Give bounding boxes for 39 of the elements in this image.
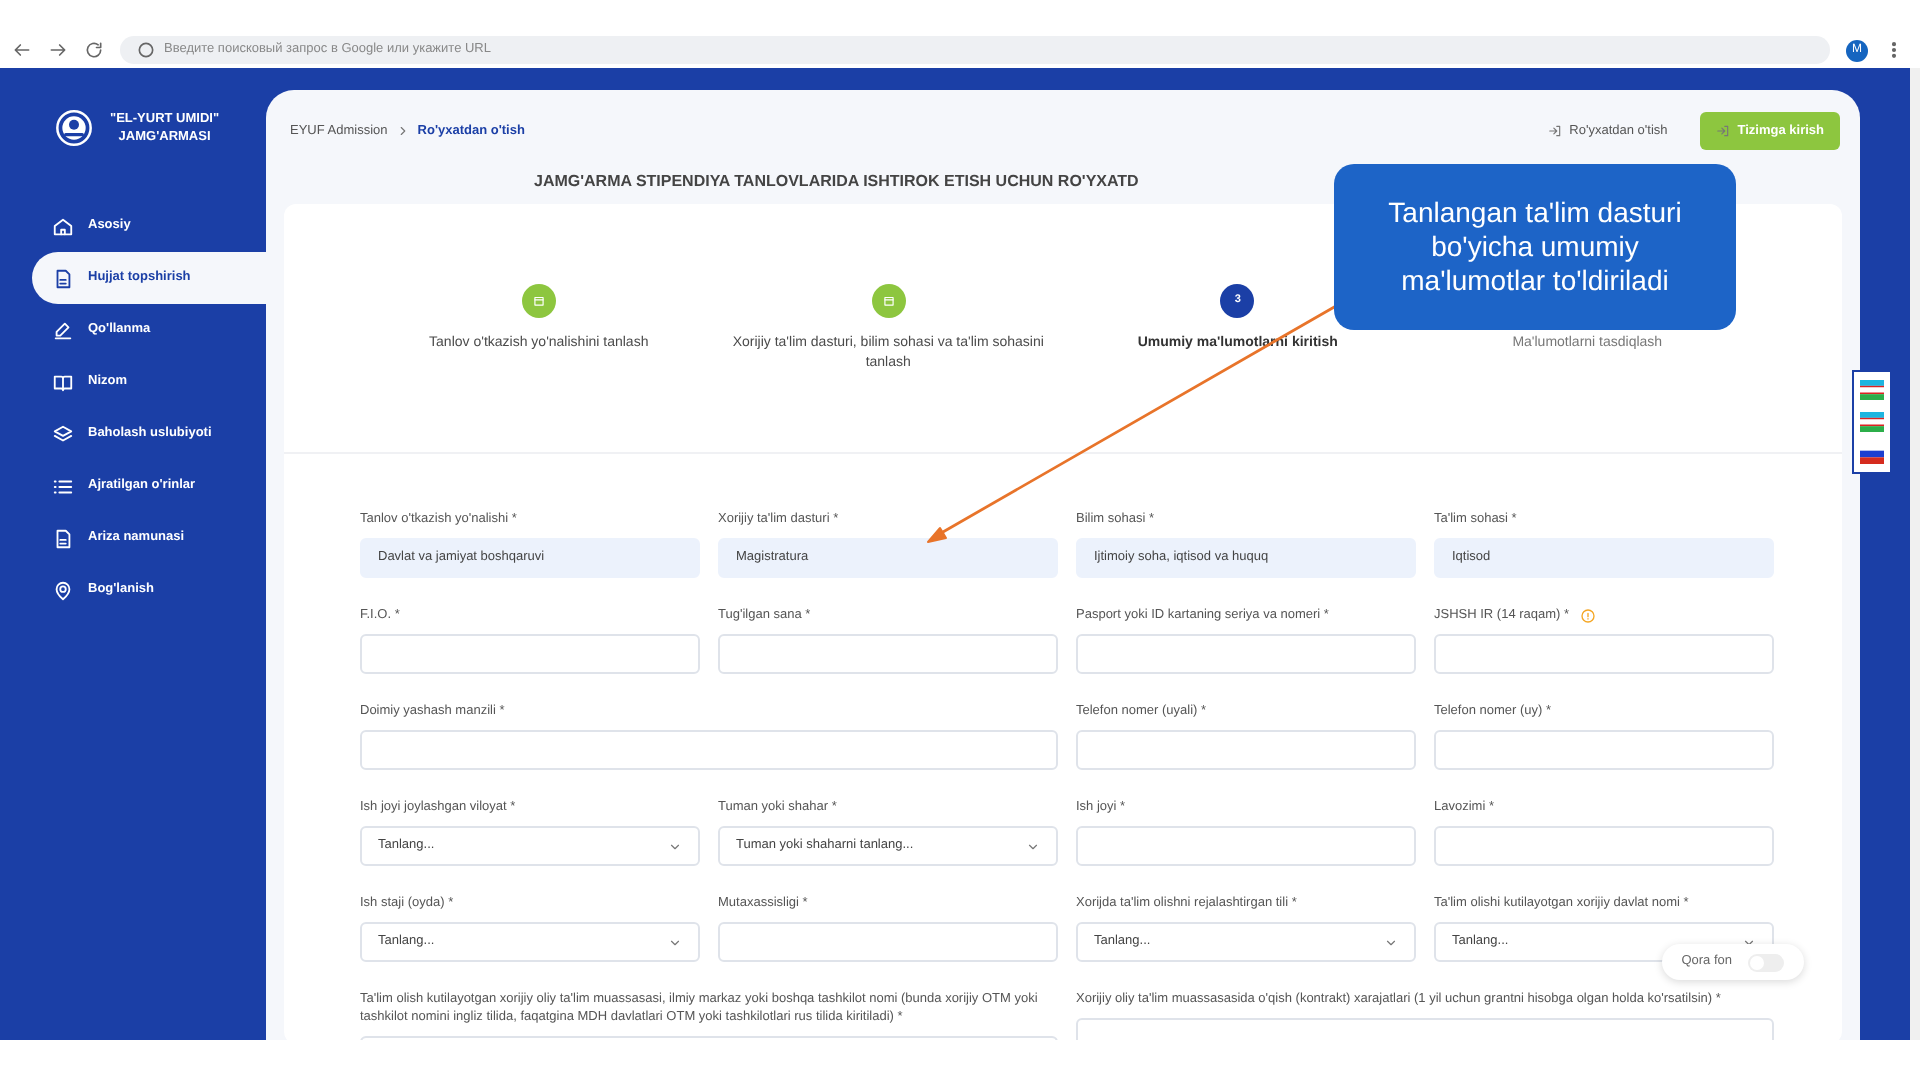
sign-in-icon bbox=[1547, 124, 1562, 138]
input-field[interactable] bbox=[360, 730, 1058, 770]
input-field[interactable] bbox=[718, 922, 1058, 962]
chevron-icon bbox=[395, 124, 410, 138]
layers-icon bbox=[52, 423, 74, 445]
edit-icon bbox=[52, 319, 74, 341]
back-icon[interactable] bbox=[12, 40, 32, 60]
sign-in-icon bbox=[1715, 124, 1730, 138]
scrollbar[interactable] bbox=[1910, 68, 1920, 1040]
input-field[interactable] bbox=[1434, 634, 1774, 674]
flag-icon[interactable] bbox=[1860, 380, 1884, 400]
book-icon bbox=[52, 371, 74, 393]
input-field[interactable] bbox=[1434, 730, 1774, 770]
location-icon bbox=[52, 579, 74, 601]
logo-icon bbox=[54, 108, 94, 148]
caret-icon bbox=[668, 935, 682, 949]
input-field[interactable] bbox=[1434, 826, 1774, 866]
forward-icon[interactable] bbox=[48, 40, 68, 60]
home-icon bbox=[52, 215, 74, 237]
document-icon bbox=[52, 267, 74, 289]
input-field[interactable] bbox=[1076, 634, 1416, 674]
search-icon bbox=[136, 40, 156, 60]
reload-icon[interactable] bbox=[84, 40, 104, 60]
caret-icon bbox=[668, 839, 682, 853]
flag-icon[interactable] bbox=[1860, 412, 1884, 432]
info-icon[interactable] bbox=[1579, 608, 1596, 624]
calendar-icon bbox=[881, 294, 896, 308]
document-icon bbox=[52, 527, 74, 549]
input-field[interactable] bbox=[1076, 826, 1416, 866]
page-title: JAMG'ARMA STIPENDIYA TANLOVLARIDA ISHTIROK ETISH UCHUN RO'YXATD bbox=[534, 170, 1141, 194]
calendar-icon bbox=[531, 294, 546, 308]
input-field[interactable] bbox=[1076, 730, 1416, 770]
caret-icon bbox=[1384, 935, 1398, 949]
input-field[interactable] bbox=[718, 634, 1058, 674]
annotation-callout: Tanlangan ta'lim dasturi bo'yicha umumiy ma'lumotlar to'ldiriladi bbox=[1334, 164, 1736, 330]
caret-icon bbox=[1742, 935, 1756, 949]
list-icon bbox=[52, 475, 74, 497]
caret-icon bbox=[1026, 839, 1040, 853]
input-field[interactable] bbox=[360, 634, 700, 674]
